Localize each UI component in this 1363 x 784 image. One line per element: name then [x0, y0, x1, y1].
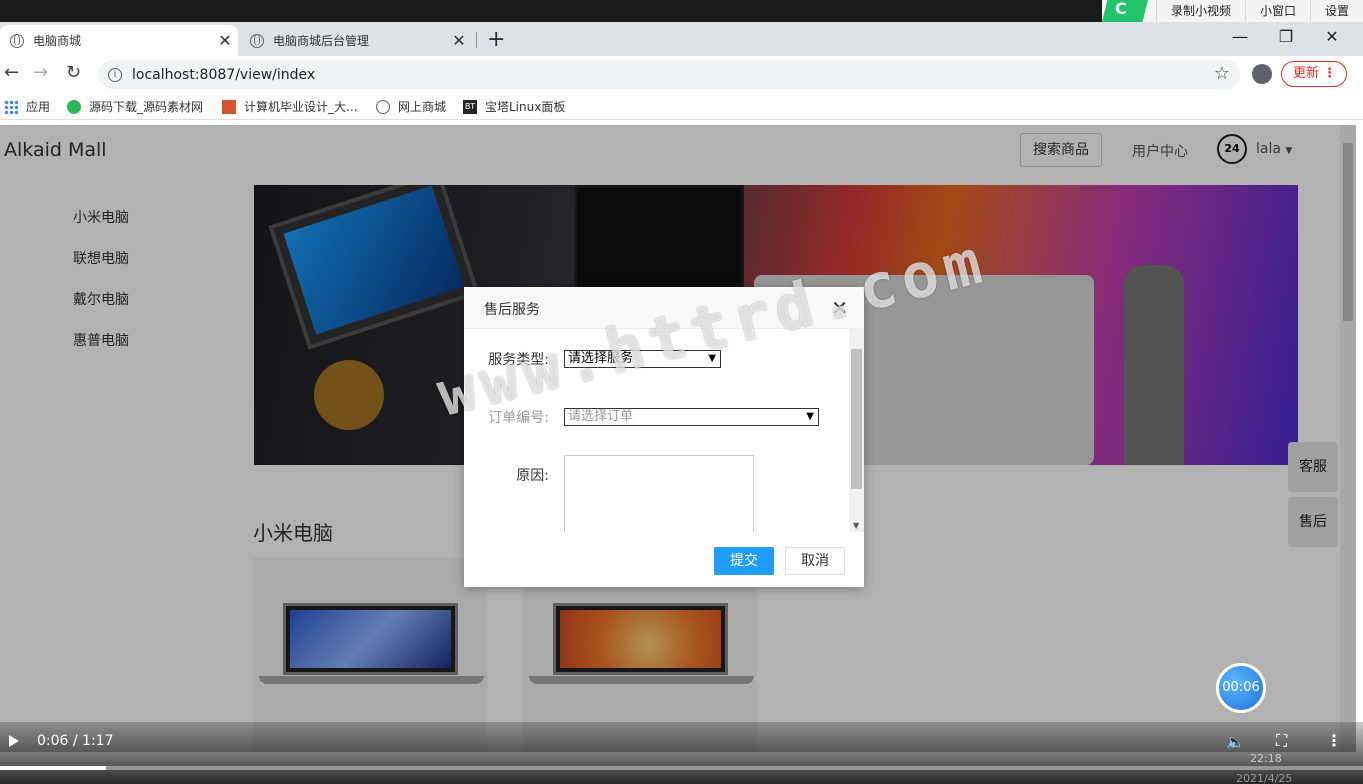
scroll-down-icon[interactable]: ▼	[853, 521, 859, 530]
bookmark-baota-panel[interactable]: BT 宝塔Linux面板	[463, 98, 565, 115]
tab-strip: 电脑商城 ✕ 电脑商城后台管理 ✕	[0, 22, 1363, 56]
volume-icon[interactable]: 🔈	[1226, 733, 1245, 751]
fullscreen-icon[interactable]: ⛶	[1276, 731, 1287, 751]
order-number-select[interactable]: 请选择订单 ▼	[564, 408, 819, 426]
play-icon[interactable]	[9, 735, 19, 747]
profile-avatar-icon[interactable]	[1252, 64, 1272, 84]
bookmark-graduation-design[interactable]: 计算机毕业设计_大...	[222, 98, 357, 115]
close-icon[interactable]: ✕	[212, 31, 238, 50]
bookmark-star-icon[interactable]: ☆	[1214, 63, 1230, 84]
window-controls: — ❐ ✕	[1217, 24, 1355, 50]
bookmark-label: 宝塔Linux面板	[485, 100, 566, 114]
recording-timer[interactable]: 00:06	[1216, 663, 1266, 713]
globe-icon	[10, 33, 24, 48]
dialog-title: 售后服务	[484, 302, 540, 318]
video-controls: 0:06 / 1:17 22:18 2021/4/25 🔈 ⛶ ⋮	[0, 722, 1363, 784]
recorder-settings-button[interactable]: 设置	[1309, 0, 1363, 22]
back-arrow-icon[interactable]: ←	[4, 62, 19, 83]
info-icon[interactable]: i	[108, 67, 122, 82]
bookmark-online-mall[interactable]: 网上商城	[376, 98, 446, 115]
bookmark-label: 网上商城	[398, 100, 447, 114]
reload-icon[interactable]: ↻	[66, 62, 81, 83]
window-close-icon[interactable]: ✕	[1309, 24, 1355, 50]
tab-divider	[476, 32, 477, 48]
mini-window-button[interactable]: 小窗口	[1244, 0, 1310, 22]
site-logo-icon	[222, 99, 236, 114]
tab-admin[interactable]: 电脑商城后台管理 ✕	[240, 25, 472, 56]
globe-icon	[250, 33, 264, 48]
reason-textarea[interactable]	[564, 455, 754, 532]
bookmark-source-download[interactable]: 源码下载_源码素材网	[67, 98, 203, 115]
order-number-value: 请选择订单	[568, 409, 634, 424]
forward-arrow-icon[interactable]: →	[33, 62, 48, 83]
apps-grid-icon	[4, 99, 18, 114]
scrollbar-thumb[interactable]	[851, 349, 862, 489]
tab-title: 电脑商城后台管理	[273, 34, 370, 48]
bookmark-label: 应用	[26, 100, 51, 114]
navigation-bar: ← → ↻ i localhost:8087/view/index ☆	[0, 56, 1363, 92]
recorder-logo-icon: C	[1101, 0, 1148, 22]
minimize-icon[interactable]: —	[1217, 24, 1263, 50]
bt-logo-icon: BT	[463, 99, 477, 114]
screen: C 录制小视频 小窗口 设置 电脑商城 ✕ 电脑商城后台管理 ✕ + — ❐ ✕…	[0, 0, 1363, 784]
dialog-scrollbar[interactable]: ▼	[849, 329, 864, 532]
new-tab-icon[interactable]: +	[487, 27, 505, 52]
close-icon[interactable]: ✕	[446, 31, 472, 50]
update-label: 更新	[1293, 66, 1320, 81]
taskbar-date: 2021/4/25	[1236, 772, 1293, 784]
bookmarks-bar: 应用 源码下载_源码素材网 计算机毕业设计_大... 网上商城 BT 宝塔Lin…	[0, 92, 1363, 120]
more-options-icon[interactable]: ⋮	[1326, 731, 1342, 750]
bookmark-apps[interactable]: 应用	[4, 98, 50, 115]
video-progress-fill	[0, 766, 107, 770]
bookmark-label: 计算机毕业设计_大...	[244, 100, 358, 114]
globe-icon	[376, 99, 390, 114]
submit-button[interactable]: 提交	[714, 547, 774, 575]
leaf-icon	[67, 99, 81, 114]
tab-title: 电脑商城	[33, 34, 82, 48]
cancel-button[interactable]: 取消	[785, 547, 845, 575]
menu-dots-icon: ⋮	[1323, 66, 1336, 81]
bookmark-label: 源码下载_源码素材网	[89, 100, 204, 114]
taskbar-clock: 22:18	[1250, 752, 1282, 765]
update-button[interactable]: 更新 ⋮	[1281, 61, 1347, 87]
chevron-down-icon: ▼	[806, 411, 814, 422]
tab-mall[interactable]: 电脑商城 ✕	[0, 25, 238, 56]
url-text: localhost:8087/view/index	[132, 66, 316, 83]
record-video-button[interactable]: 录制小视频	[1155, 0, 1245, 22]
reason-label: 原因:	[516, 468, 549, 484]
video-time: 0:06 / 1:17	[37, 733, 114, 749]
video-progress-bar[interactable]	[0, 766, 1363, 770]
restore-icon[interactable]: ❐	[1263, 24, 1309, 50]
address-bar[interactable]: i localhost:8087/view/index ☆	[98, 60, 1240, 89]
recorder-toolbar: C 录制小视频 小窗口 设置	[1101, 0, 1363, 22]
